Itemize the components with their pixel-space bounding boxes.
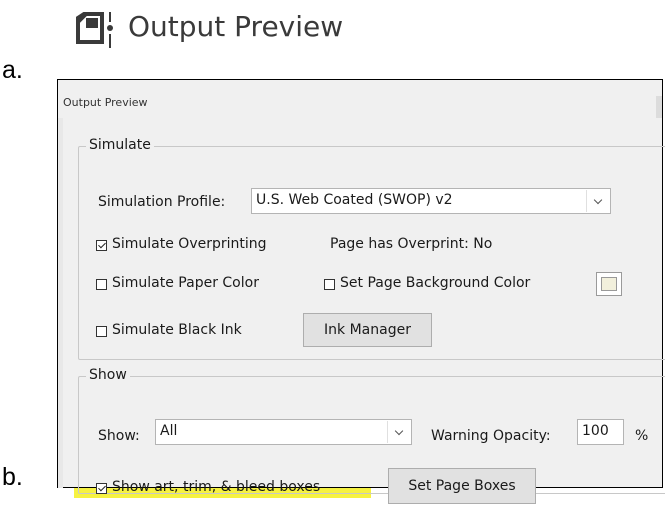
- simulate-black-ink-label: Simulate Black Ink: [112, 322, 242, 338]
- simulate-overprinting-checkbox[interactable]: [96, 240, 107, 251]
- show-value: All: [160, 423, 178, 439]
- set-page-boxes-button[interactable]: Set Page Boxes: [388, 468, 536, 504]
- warning-opacity-input[interactable]: 100: [577, 419, 624, 445]
- show-select[interactable]: All: [155, 419, 412, 445]
- output-preview-icon[interactable]: [72, 8, 118, 50]
- swatch-color: [601, 277, 617, 291]
- output-preview-dialog: Output Preview Simulate Simulation Profi…: [57, 79, 665, 504]
- background-color-swatch[interactable]: [596, 272, 622, 296]
- show-boxes-checkbox[interactable]: [96, 483, 107, 494]
- simulation-profile-select[interactable]: U.S. Web Coated (SWOP) v2: [251, 188, 611, 214]
- show-label: Show:: [98, 428, 140, 444]
- simulate-paper-color-label: Simulate Paper Color: [112, 275, 259, 291]
- dialog-left-edge: [58, 118, 63, 488]
- ink-manager-button[interactable]: Ink Manager: [303, 313, 432, 347]
- simulate-paper-color-checkbox[interactable]: [96, 279, 107, 290]
- simulation-profile-label: Simulation Profile:: [98, 194, 226, 210]
- set-page-background-checkbox[interactable]: [324, 279, 335, 290]
- simulate-overprinting-label: Simulate Overprinting: [112, 236, 267, 252]
- simulate-black-ink-checkbox[interactable]: [96, 326, 107, 337]
- chevron-down-icon[interactable]: [586, 190, 609, 212]
- tool-title: Output Preview: [128, 10, 344, 43]
- label-a: a.: [2, 56, 23, 84]
- show-boxes-label: Show art, trim, & bleed boxes: [112, 479, 321, 495]
- simulation-profile-value: U.S. Web Coated (SWOP) v2: [256, 192, 453, 208]
- label-b: b.: [2, 463, 23, 491]
- overprint-status: Page has Overprint: No: [330, 236, 493, 252]
- warning-opacity-unit: %: [635, 428, 649, 444]
- dialog-title: Output Preview: [63, 96, 148, 109]
- warning-opacity-label: Warning Opacity:: [431, 428, 551, 444]
- scrollbar[interactable]: [656, 96, 662, 118]
- set-page-background-label: Set Page Background Color: [340, 275, 531, 291]
- chevron-down-icon[interactable]: [387, 421, 410, 443]
- show-legend: Show: [86, 367, 130, 383]
- simulate-legend: Simulate: [86, 137, 154, 153]
